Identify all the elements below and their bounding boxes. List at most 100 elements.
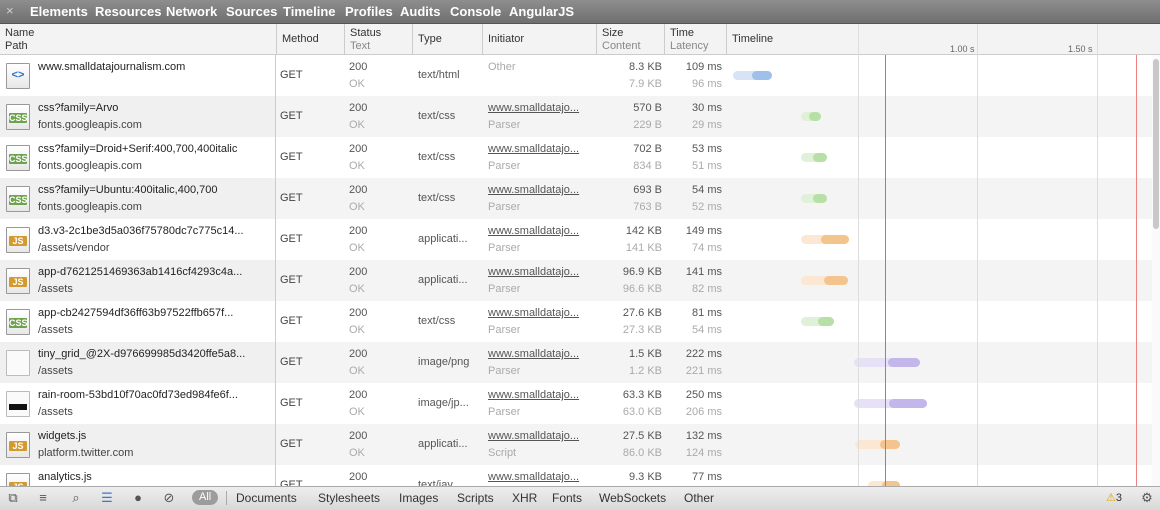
filter-stylesheets[interactable]: Stylesheets	[318, 491, 380, 505]
vertical-scrollbar[interactable]	[1152, 55, 1160, 486]
initiator-link[interactable]: www.smalldatajo...	[488, 102, 596, 114]
request-path: fonts.googleapis.com	[38, 201, 142, 213]
request-method: GET	[280, 69, 303, 81]
table-row[interactable]: tiny_grid_@2X-d976699985d3420ffe5a8... /a…	[0, 342, 1152, 383]
column-header-size[interactable]: Size Content	[597, 24, 665, 54]
filter-documents[interactable]: Documents	[236, 491, 297, 505]
tab-sources[interactable]: Sources	[226, 4, 277, 19]
total-time: 149 ms	[685, 225, 722, 237]
timeline-bar-download	[888, 358, 920, 367]
dock-icon[interactable]: ⧉	[5, 491, 21, 505]
table-row[interactable]: <> www.smalldatajournalism.com GET 200 OK tex…	[0, 55, 1152, 96]
timeline-bar[interactable]	[854, 358, 920, 367]
name-cell[interactable]: CSS css?family=Arvo fonts.googleapis.com	[0, 96, 276, 137]
column-header-status[interactable]: Status Text	[345, 24, 413, 54]
timeline-bar[interactable]	[801, 317, 834, 326]
table-row[interactable]: rain-room-53bd10f70ac0fd73ed984fe6f... /a…	[0, 383, 1152, 424]
request-path: /assets	[38, 324, 73, 336]
tab-timeline[interactable]: Timeline	[283, 4, 336, 19]
tab-console[interactable]: Console	[450, 4, 501, 19]
request-path: /assets	[38, 406, 73, 418]
table-row[interactable]: CSS css?family=Droid+Serif:400,700,400ita…	[0, 137, 1152, 178]
record-icon[interactable]: ●	[130, 491, 146, 505]
file-type-glyph: JS	[9, 277, 27, 287]
initiator-link[interactable]: www.smalldatajo...	[488, 266, 596, 278]
initiator-link[interactable]: www.smalldatajo...	[488, 184, 596, 196]
mime-type: image/png	[418, 356, 470, 368]
tab-elements[interactable]: Elements	[30, 4, 88, 19]
initiator-link[interactable]: www.smalldatajo...	[488, 430, 596, 442]
column-header-method[interactable]: Method	[277, 24, 345, 54]
status-text: OK	[349, 283, 365, 295]
name-cell[interactable]: rain-room-53bd10f70ac0fd73ed984fe6f... /a…	[0, 383, 276, 424]
table-row[interactable]: JS app-d7621251469363ab1416cf4293c4a... /a…	[0, 260, 1152, 301]
initiator-type: Parser	[488, 324, 521, 336]
timeline-bar[interactable]	[801, 194, 827, 203]
timeline-bar[interactable]	[733, 71, 772, 80]
table-row[interactable]: CSS app-cb2427594df36ff63b97522ffb657f...…	[0, 301, 1152, 342]
file-type-icon: JS	[6, 473, 30, 486]
timeline-bar[interactable]	[801, 235, 849, 244]
name-cell[interactable]: <> www.smalldatajournalism.com	[0, 55, 276, 96]
tab-resources[interactable]: Resources	[95, 4, 161, 19]
initiator-link[interactable]: www.smalldatajo...	[488, 348, 596, 360]
timeline-bar[interactable]	[801, 112, 821, 121]
initiator-link[interactable]: www.smalldatajo...	[488, 389, 596, 401]
table-row[interactable]: JSanalytics.jsGET200OKtext/jav...www.sma…	[0, 465, 1152, 486]
console-drawer-icon[interactable]: ≡	[35, 491, 51, 505]
column-header-time[interactable]: Time Latency	[665, 24, 727, 54]
status-code: 200	[349, 430, 368, 442]
request-name: widgets.js	[38, 430, 87, 442]
large-rows-icon[interactable]: ☰	[99, 491, 115, 505]
timeline-bar[interactable]	[801, 276, 848, 285]
latency-time: 124 ms	[685, 447, 722, 459]
scrollbar-thumb[interactable]	[1153, 59, 1159, 229]
initiator-type: Parser	[488, 242, 521, 254]
name-cell[interactable]: CSS css?family=Ubuntu:400italic,400,700 fo…	[0, 178, 276, 219]
timeline-bar[interactable]	[854, 399, 927, 408]
name-cell[interactable]: CSS css?family=Droid+Serif:400,700,400ita…	[0, 137, 276, 178]
tab-angularjs[interactable]: AngularJS	[509, 4, 574, 19]
warning-icon: ⚠	[1106, 492, 1116, 504]
column-header-name[interactable]: Name Path	[0, 24, 277, 54]
mime-type: text/css	[418, 151, 456, 163]
name-cell[interactable]: JS d3.v3-2c1be3d5a036f75780dc7c775c14... /…	[0, 219, 276, 260]
initiator-link[interactable]: www.smalldatajo...	[488, 225, 596, 237]
warning-counter[interactable]: ⚠3	[1106, 491, 1122, 504]
table-row[interactable]: CSS css?family=Ubuntu:400italic,400,700 fo…	[0, 178, 1152, 219]
filter-websockets[interactable]: WebSockets	[599, 491, 666, 505]
name-cell[interactable]: JS analytics.js	[0, 465, 276, 486]
name-cell[interactable]: tiny_grid_@2X-d976699985d3420ffe5a8... /a…	[0, 342, 276, 383]
timeline-bar[interactable]	[855, 440, 900, 449]
name-cell[interactable]: JS widgets.js platform.twitter.com	[0, 424, 276, 465]
filter-all-button[interactable]: All	[192, 490, 219, 505]
name-cell[interactable]: CSS app-cb2427594df36ff63b97522ffb657f...…	[0, 301, 276, 342]
timeline-bar-download	[818, 317, 834, 326]
filter-images[interactable]: Images	[399, 491, 438, 505]
clear-icon[interactable]: ⊘	[161, 491, 177, 505]
column-header-initiator[interactable]: Initiator	[483, 24, 597, 54]
initiator-link[interactable]: www.smalldatajo...	[488, 143, 596, 155]
tab-audits[interactable]: Audits	[400, 4, 440, 19]
table-row[interactable]: JS widgets.js platform.twitter.com GET 200 OK…	[0, 424, 1152, 465]
tab-profiles[interactable]: Profiles	[345, 4, 393, 19]
column-header-type[interactable]: Type	[413, 24, 483, 54]
filter-other[interactable]: Other	[684, 491, 714, 505]
gear-icon[interactable]: ⚙	[1139, 491, 1155, 505]
name-cell[interactable]: JS app-d7621251469363ab1416cf4293c4a... /a…	[0, 260, 276, 301]
filter-fonts[interactable]: Fonts	[552, 491, 582, 505]
column-header-timeline[interactable]: Timeline 1.00 s 1.50 s	[727, 24, 1160, 54]
tab-network[interactable]: Network	[166, 4, 217, 19]
filter-scripts[interactable]: Scripts	[457, 491, 494, 505]
search-icon[interactable]: ⌕	[68, 491, 84, 505]
initiator-link[interactable]: www.smalldatajo...	[488, 471, 596, 483]
close-icon[interactable]: ×	[6, 4, 14, 18]
table-row[interactable]: JS d3.v3-2c1be3d5a036f75780dc7c775c14... /…	[0, 219, 1152, 260]
name-header-label: Name	[5, 27, 35, 39]
timeline-bar[interactable]	[801, 153, 827, 162]
table-row[interactable]: CSS css?family=Arvo fonts.googleapis.com GE…	[0, 96, 1152, 137]
latency-time: 29 ms	[692, 119, 722, 131]
request-path: platform.twitter.com	[38, 447, 134, 459]
filter-xhr[interactable]: XHR	[512, 491, 537, 505]
initiator-link[interactable]: www.smalldatajo...	[488, 307, 596, 319]
